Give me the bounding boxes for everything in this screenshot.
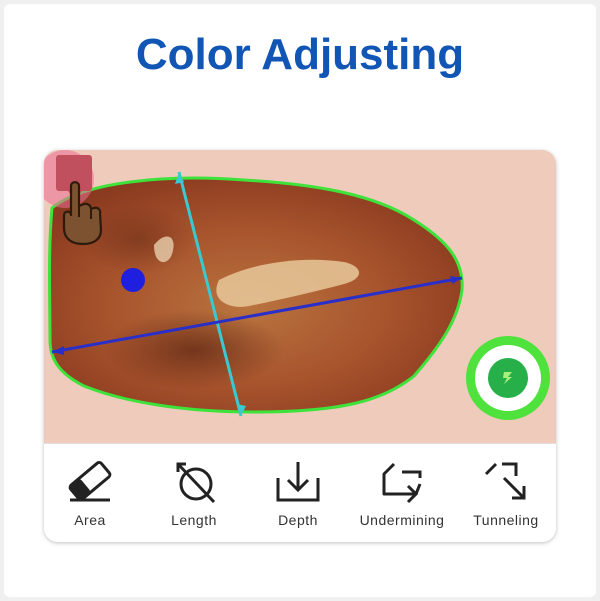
tool-area[interactable]: Area (44, 458, 140, 528)
tool-tunneling-label: Tunneling (473, 512, 539, 528)
tool-depth[interactable]: Depth (248, 458, 348, 528)
pointing-hand-icon (62, 179, 103, 246)
tool-undermining-label: Undermining (359, 512, 445, 528)
page-title: Color Adjusting (135, 30, 465, 79)
tunnel-arrow-icon (484, 462, 526, 500)
ruler-circle-icon (176, 462, 216, 504)
eraser-icon (68, 460, 112, 502)
tool-tunneling[interactable]: Tunneling (456, 458, 556, 528)
measurement-toolbar: Area Length Depth Undermining Tunneling (44, 443, 556, 542)
capture-button[interactable] (466, 336, 550, 420)
lightning-icon (503, 372, 512, 384)
tool-length-label: Length (171, 512, 217, 528)
loop-arrow-icon (382, 462, 422, 504)
download-arrow-icon (276, 462, 320, 502)
tool-undermining[interactable]: Undermining (352, 458, 452, 528)
tool-length[interactable]: Length (144, 458, 244, 528)
tool-area-label: Area (74, 512, 106, 528)
marker-dot (121, 268, 145, 292)
tool-depth-label: Depth (278, 512, 318, 528)
app-screen: Area Length Depth Undermining Tunneling (44, 150, 556, 542)
